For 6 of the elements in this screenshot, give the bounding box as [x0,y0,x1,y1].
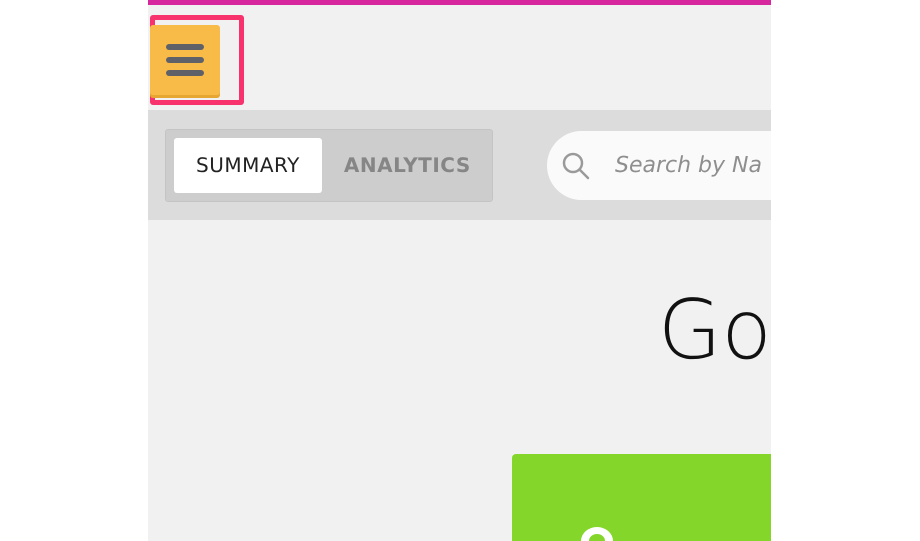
tab[interactable]: SUMMARY [174,138,322,192]
menu-icon [165,43,205,77]
menu-button[interactable] [150,25,220,95]
search-field[interactable]: Search by Na [547,130,771,200]
greeting-heading: Go [658,290,771,372]
search-icon [561,150,591,180]
